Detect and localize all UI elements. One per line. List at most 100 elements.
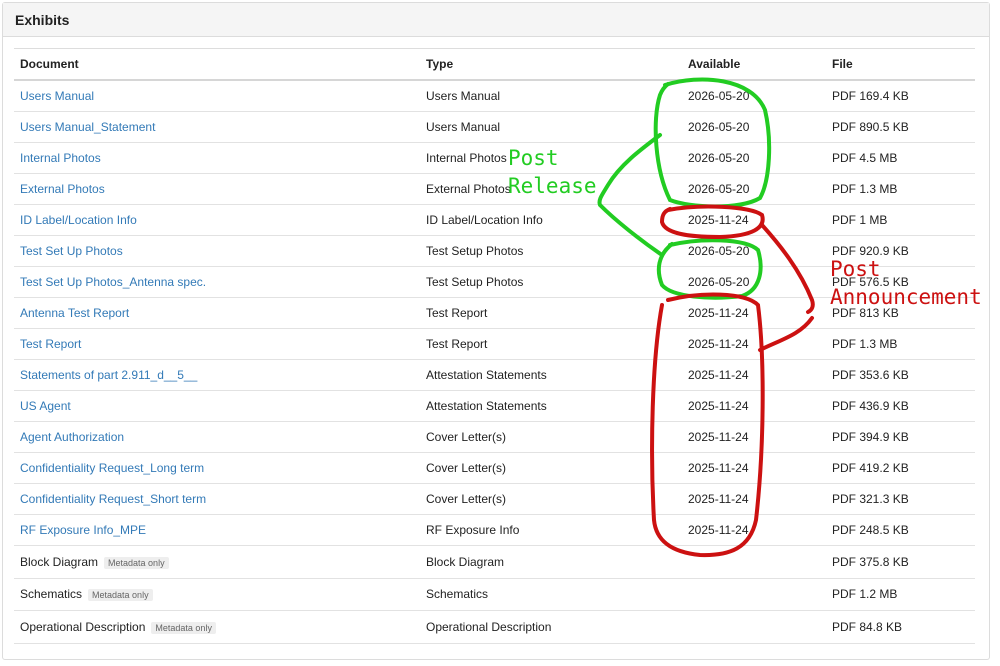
document-cell: Test Set Up Photos_Antenna spec. bbox=[14, 266, 420, 298]
available-cell: 2025-11-24 bbox=[682, 452, 826, 484]
file-cell: PDF 813 KB bbox=[826, 297, 975, 329]
type-cell: Attestation Statements bbox=[420, 390, 682, 422]
document-name: Schematics bbox=[20, 587, 83, 602]
table-row: ID Label/Location Info ID Label/Location … bbox=[14, 204, 975, 236]
available-cell: 2026-05-20 bbox=[682, 235, 826, 267]
file-cell: PDF 248.5 KB bbox=[826, 514, 975, 546]
document-cell: Schematics Metadata only bbox=[14, 578, 420, 611]
file-cell: PDF 4.5 MB bbox=[826, 142, 975, 174]
available-cell: 2026-05-20 bbox=[682, 266, 826, 298]
document-name: Operational Description bbox=[20, 619, 146, 634]
file-cell: PDF 1.2 MB bbox=[826, 578, 975, 611]
type-cell: RF Exposure Info bbox=[420, 514, 682, 546]
table-row: Operational Description Metadata only Oper… bbox=[14, 610, 975, 644]
type-cell: Internal Photos bbox=[420, 142, 682, 174]
file-cell: PDF 576.5 KB bbox=[826, 266, 975, 298]
available-cell bbox=[682, 578, 826, 611]
document-link[interactable]: RF Exposure Info_MPE bbox=[20, 523, 146, 537]
document-cell: ID Label/Location Info bbox=[14, 204, 420, 236]
type-cell: Test Report bbox=[420, 328, 682, 360]
document-link[interactable]: Agent Authorization bbox=[20, 430, 124, 444]
table-row: Confidentiality Request_Short term Cover … bbox=[14, 483, 975, 515]
file-cell: PDF 394.9 KB bbox=[826, 421, 975, 453]
table-row: RF Exposure Info_MPE RF Exposure Info 2025… bbox=[14, 514, 975, 546]
document-link[interactable]: US Agent bbox=[20, 399, 71, 413]
type-cell: Cover Letter(s) bbox=[420, 421, 682, 453]
available-cell: 2025-11-24 bbox=[682, 514, 826, 546]
available-cell bbox=[682, 610, 826, 644]
file-cell: PDF 920.9 KB bbox=[826, 235, 975, 267]
document-cell: Users Manual bbox=[14, 80, 420, 112]
document-link[interactable]: Confidentiality Request_Short term bbox=[20, 492, 206, 506]
file-cell: PDF 84.8 KB bbox=[826, 610, 975, 644]
file-cell: PDF 353.6 KB bbox=[826, 359, 975, 391]
type-cell: External Photos bbox=[420, 173, 682, 205]
type-cell: Test Setup Photos bbox=[420, 235, 682, 267]
file-cell: PDF 321.3 KB bbox=[826, 483, 975, 515]
table-row: Confidentiality Request_Long term Cover L… bbox=[14, 452, 975, 484]
file-cell: PDF 1 MB bbox=[826, 204, 975, 236]
available-cell: 2025-11-24 bbox=[682, 421, 826, 453]
available-cell: 2026-05-20 bbox=[682, 111, 826, 143]
available-cell: 2025-11-24 bbox=[682, 204, 826, 236]
available-cell: 2025-11-24 bbox=[682, 359, 826, 391]
document-cell: Operational Description Metadata only bbox=[14, 610, 420, 644]
document-cell: Confidentiality Request_Long term bbox=[14, 452, 420, 484]
table-row: Test Set Up Photos_Antenna spec. Test Set… bbox=[14, 266, 975, 298]
document-cell: External Photos bbox=[14, 173, 420, 205]
type-cell: Test Setup Photos bbox=[420, 266, 682, 298]
available-cell bbox=[682, 545, 826, 579]
table-row: Schematics Metadata only Schematics PDF 1.2… bbox=[14, 578, 975, 611]
document-link[interactable]: Antenna Test Report bbox=[20, 306, 129, 320]
file-cell: PDF 436.9 KB bbox=[826, 390, 975, 422]
document-cell: US Agent bbox=[14, 390, 420, 422]
table-body: Users Manual Users Manual 2026-05-20 PDF 16… bbox=[14, 80, 975, 644]
available-cell: 2025-11-24 bbox=[682, 297, 826, 329]
document-cell: Statements of part 2.911_d__5__ bbox=[14, 359, 420, 391]
table-row: Test Set Up Photos Test Setup Photos 2026-… bbox=[14, 235, 975, 267]
document-link[interactable]: Internal Photos bbox=[20, 151, 101, 165]
type-cell: Schematics bbox=[420, 578, 682, 611]
table-row: Antenna Test Report Test Report 2025-11-24… bbox=[14, 297, 975, 329]
document-cell: Test Report bbox=[14, 328, 420, 360]
document-link[interactable]: Statements of part 2.911_d__5__ bbox=[20, 368, 197, 382]
document-link[interactable]: Test Set Up Photos_Antenna spec. bbox=[20, 275, 206, 289]
document-link[interactable]: External Photos bbox=[20, 182, 105, 196]
column-header-available: Available bbox=[682, 48, 826, 81]
document-link[interactable]: Confidentiality Request_Long term bbox=[20, 461, 204, 475]
metadata-only-badge: Metadata only bbox=[104, 556, 169, 569]
type-cell: Cover Letter(s) bbox=[420, 483, 682, 515]
file-cell: PDF 1.3 MB bbox=[826, 173, 975, 205]
type-cell: Operational Description bbox=[420, 610, 682, 644]
document-link[interactable]: Users Manual bbox=[20, 89, 94, 103]
available-cell: 2025-11-24 bbox=[682, 328, 826, 360]
table-row: Users Manual_Statement Users Manual 2026-0… bbox=[14, 111, 975, 143]
file-cell: PDF 419.2 KB bbox=[826, 452, 975, 484]
metadata-only-badge: Metadata only bbox=[151, 621, 216, 634]
table-row: US Agent Attestation Statements 2025-11-24… bbox=[14, 390, 975, 422]
document-link[interactable]: Users Manual_Statement bbox=[20, 120, 155, 134]
document-link[interactable]: ID Label/Location Info bbox=[20, 213, 137, 227]
document-cell: Agent Authorization bbox=[14, 421, 420, 453]
column-header-document: Document bbox=[14, 48, 420, 81]
table-row: Block Diagram Metadata only Block Diagram P… bbox=[14, 545, 975, 579]
document-name: Block Diagram bbox=[20, 554, 99, 569]
type-cell: Users Manual bbox=[420, 111, 682, 143]
table-row: Test Report Test Report 2025-11-24 PDF 1.3 … bbox=[14, 328, 975, 360]
document-cell: Block Diagram Metadata only bbox=[14, 545, 420, 579]
table-row: Internal Photos Internal Photos 2026-05-20… bbox=[14, 142, 975, 174]
available-cell: 2025-11-24 bbox=[682, 390, 826, 422]
exhibits-table: Document Type Available File Users Manua… bbox=[14, 48, 975, 644]
available-cell: 2026-05-20 bbox=[682, 142, 826, 174]
type-cell: Attestation Statements bbox=[420, 359, 682, 391]
table-row: Statements of part 2.911_d__5__ Attestati… bbox=[14, 359, 975, 391]
column-header-type: Type bbox=[420, 48, 682, 81]
type-cell: Cover Letter(s) bbox=[420, 452, 682, 484]
file-cell: PDF 169.4 KB bbox=[826, 80, 975, 112]
document-cell: RF Exposure Info_MPE bbox=[14, 514, 420, 546]
document-cell: Internal Photos bbox=[14, 142, 420, 174]
table-row: Users Manual Users Manual 2026-05-20 PDF 16… bbox=[14, 80, 975, 112]
table-row: Agent Authorization Cover Letter(s) 2025-1… bbox=[14, 421, 975, 453]
document-link[interactable]: Test Report bbox=[20, 337, 81, 351]
document-link[interactable]: Test Set Up Photos bbox=[20, 244, 123, 258]
